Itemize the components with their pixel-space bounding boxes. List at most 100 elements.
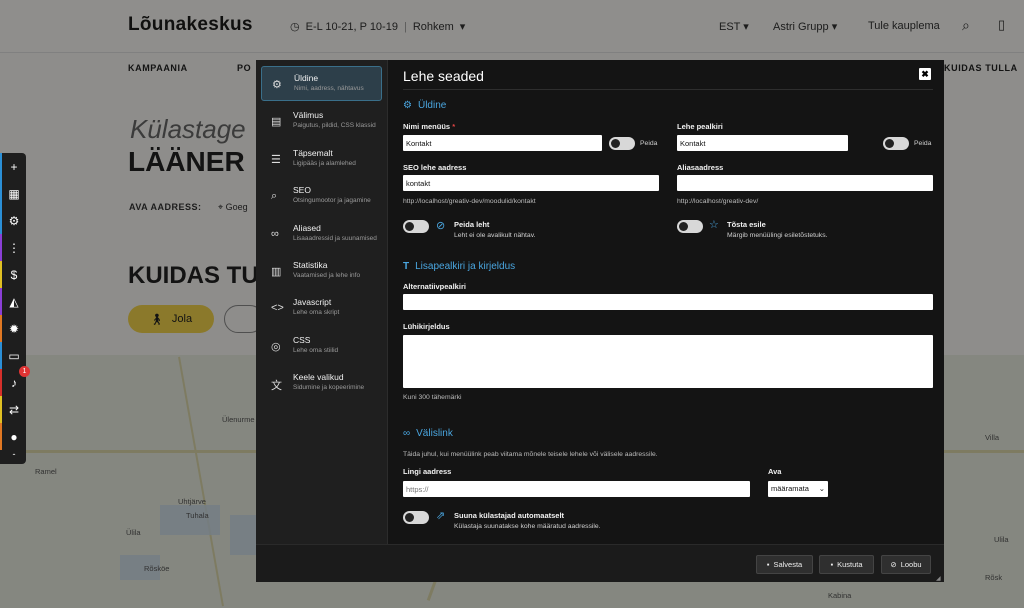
bug-icon[interactable]: ✹: [0, 315, 26, 342]
save-button[interactable]: ▪ Salvesta: [756, 555, 813, 574]
admin-toolbar: + ▦ ⚙ ⋮ $ ◭ ✹ ▭ ♪ 1 ⇄ ● -: [0, 153, 30, 464]
link-icon: ∞: [403, 428, 411, 439]
sidebar-item-title: Javascript: [293, 297, 332, 307]
search-icon: ⌕: [271, 190, 278, 202]
redirect-toggle[interactable]: [403, 511, 429, 524]
sidebar-item-sub: Vaatamised ja lehe info: [293, 272, 361, 279]
page-title-input[interactable]: [677, 135, 848, 151]
dollar-icon[interactable]: $: [0, 261, 26, 288]
hide-menu-name-toggle[interactable]: [609, 137, 635, 150]
link-address-input[interactable]: [403, 481, 750, 497]
menu-name-label: Nimi menüüs *: [403, 122, 456, 131]
sidebar-item-seo[interactable]: ⌕ SEO Otsingumootor ja jagamine: [261, 179, 382, 214]
translate-icon: 文: [271, 380, 282, 392]
open-label: Ava: [768, 467, 782, 476]
sidebar-item-aliases[interactable]: ∞ Aliased Lisaaadressid ja suunamised: [261, 217, 382, 252]
highlight-title: Tõsta esile: [727, 220, 766, 229]
settings-sidebar: ⚙ Üldine Nimi, aadress, nähtavus ▤ Välimu…: [256, 60, 388, 544]
sidebar-item-title: Täpsemalt: [293, 148, 333, 158]
sidebar-item-title: CSS: [293, 335, 311, 345]
divider: [403, 89, 933, 90]
sidebar-item-sub: Nimi, aadress, nähtavus: [294, 85, 364, 92]
bottle-icon[interactable]: ◭: [0, 288, 26, 315]
link-address-label: Lingi aadress: [403, 467, 452, 476]
resize-handle[interactable]: ◢: [936, 575, 941, 582]
modal-footer: ▪ Salvesta ▪ Kustuta ⊘ Loobu ◢: [256, 544, 944, 582]
more-icon[interactable]: ⋮: [0, 234, 26, 261]
sidebar-item-languages[interactable]: 文 Keele valikud Sidumine ja kopeerimine: [261, 366, 382, 401]
short-desc-label: Lühikirjeldus: [403, 322, 450, 331]
hide-page-title-toggle[interactable]: [883, 137, 909, 150]
trash-icon: ▪: [830, 560, 834, 569]
chevron-down-icon: ⌄: [818, 484, 825, 493]
alt-title-input[interactable]: [403, 294, 933, 310]
link-icon: ∞: [271, 228, 279, 240]
layout-icon: ▤: [271, 116, 282, 128]
delete-button[interactable]: ▪ Kustuta: [819, 555, 874, 574]
section-external-link: ∞ Välislink: [403, 428, 453, 439]
star-icon: ☆: [709, 219, 719, 231]
gear-icon: ⚙: [403, 100, 412, 111]
short-desc-textarea[interactable]: [403, 335, 933, 388]
section-general: ⚙ Üldine: [403, 100, 447, 111]
external-link-icon: ⇗: [436, 510, 446, 522]
sidebar-item-advanced[interactable]: ☰ Täpsemalt Ligipääs ja alamlehed: [261, 142, 382, 177]
sliders-icon: ☰: [271, 154, 281, 166]
sidebar-item-general[interactable]: ⚙ Üldine Nimi, aadress, nähtavus: [261, 66, 382, 101]
sidebar-item-title: SEO: [293, 185, 311, 195]
redirect-title: Suuna külastajad automaatselt: [454, 511, 565, 520]
notification-badge: 1: [19, 366, 30, 377]
seo-url-preview: http://localhost/greativ-dev/moodulid/ko…: [403, 198, 536, 205]
sidebar-item-title: Statistika: [293, 260, 328, 270]
chart-icon: ▥: [271, 266, 282, 278]
modal-title: Lehe seaded: [403, 68, 484, 84]
gear-icon: ⚙: [272, 79, 282, 91]
menu-name-input[interactable]: [403, 135, 602, 151]
palette-icon: ◎: [271, 341, 281, 353]
section-extra-title: T Lisapealkiri ja kirjeldus: [403, 261, 516, 272]
sidebar-item-sub: Ligipääs ja alamlehed: [293, 160, 356, 167]
save-icon: ▪: [766, 560, 770, 569]
sidebar-item-sub: Sidumine ja kopeerimine: [293, 384, 365, 391]
sidebar-item-javascript[interactable]: <> Javascript Lehe oma skript: [261, 291, 382, 326]
page-title-label: Lehe pealkiri: [677, 122, 723, 131]
sidebar-item-sub: Paigutus, pildid, CSS klassid: [293, 122, 376, 129]
seo-address-label: SEO lehe aadress: [403, 163, 467, 172]
plus-icon[interactable]: +: [0, 153, 26, 180]
close-icon[interactable]: ✖: [919, 68, 931, 80]
sidebar-item-appearance[interactable]: ▤ Välimus Paigutus, pildid, CSS klassid: [261, 104, 382, 139]
sidebar-item-title: Välimus: [293, 110, 324, 120]
hide-page-sub: Leht ei ole avalikult nähtav.: [454, 232, 536, 239]
cancel-icon: ⊘: [890, 560, 897, 569]
bell-icon[interactable]: ♪ 1: [0, 366, 30, 396]
hide-label: Peida: [914, 140, 932, 147]
open-target-select[interactable]: määramata ⌄: [768, 481, 828, 497]
highlight-toggle[interactable]: [677, 220, 703, 233]
seo-address-input[interactable]: [403, 175, 659, 191]
external-note: Täida juhul, kui menüülink peab viitama …: [403, 451, 658, 458]
alias-address-label: Aliasaadress: [677, 163, 724, 172]
cancel-button[interactable]: ⊘ Loobu: [881, 555, 931, 574]
sidebar-item-sub: Lehe oma stiilid: [293, 347, 339, 354]
hide-page-toggle[interactable]: [403, 220, 429, 233]
sidebar-item-sub: Otsingumootor ja jagamine: [293, 197, 371, 204]
hide-label: Peida: [640, 140, 658, 147]
alias-address-input[interactable]: [677, 175, 933, 191]
sidebar-item-statistics[interactable]: ▥ Statistika Vaatamised ja lehe info: [261, 254, 382, 289]
hide-page-title: Peida leht: [454, 220, 490, 229]
eye-off-icon: ⊘: [436, 220, 446, 232]
sidebar-item-title: Aliased: [293, 223, 321, 233]
highlight-sub: Märgib menüülingi esiletõstetuks.: [727, 232, 828, 239]
sidebar-item-sub: Lehe oma skript: [293, 309, 340, 316]
devices-icon[interactable]: ▭: [0, 342, 26, 369]
alt-title-label: Alternatiivpealkiri: [403, 282, 466, 291]
minus-icon[interactable]: -: [0, 445, 26, 463]
swap-icon[interactable]: ⇄: [0, 396, 26, 423]
sidebar-item-sub: Lisaaadressid ja suunamised: [293, 235, 377, 242]
alias-url-preview: http://localhost/greativ-dev/: [677, 198, 759, 205]
redirect-sub: Külastaja suunatakse kohe määratud aadre…: [454, 523, 601, 530]
text-icon: T: [403, 261, 410, 272]
sidebar-item-css[interactable]: ◎ CSS Lehe oma stiilid: [261, 329, 382, 364]
gear-icon[interactable]: ⚙: [0, 207, 26, 234]
grid-icon[interactable]: ▦: [0, 180, 26, 207]
